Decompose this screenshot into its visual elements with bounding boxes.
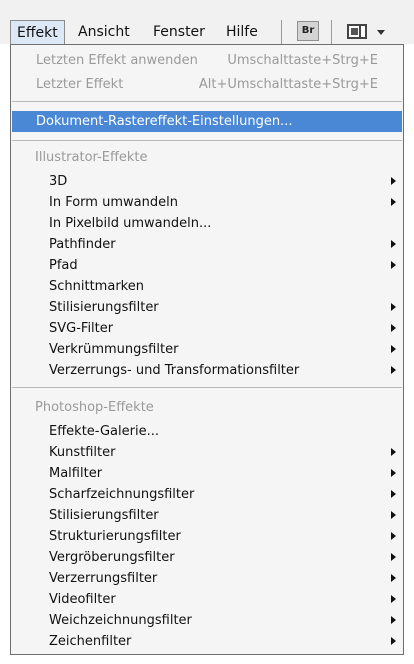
menu-item-label: Stilisierungsfilter xyxy=(49,508,159,523)
submenu-arrow-icon xyxy=(391,595,396,603)
menu-item-label: Strukturierungsfilter xyxy=(49,529,181,544)
submenu-arrow-icon xyxy=(391,490,396,498)
menu-item-label: Stilisierungsfilter xyxy=(49,300,159,315)
submenu-arrow-icon xyxy=(391,345,396,353)
menu-item-label: 3D xyxy=(49,174,68,189)
menu-bar: Effekt Ansicht Fenster Hilfe Br xyxy=(0,0,414,44)
menu-item-pixelate[interactable]: Vergröberungsfilter xyxy=(12,547,402,568)
submenu-arrow-icon xyxy=(391,366,396,374)
menu-item-label: Verzerrungs- und Transformationsfilter xyxy=(49,363,300,378)
menu-item-label: Pfad xyxy=(49,258,78,273)
submenu-arrow-icon xyxy=(391,511,396,519)
menubar-separator xyxy=(281,20,282,44)
menu-item-label: Pathfinder xyxy=(49,237,116,252)
menu-item-label: SVG-Filter xyxy=(49,321,114,336)
dropdown-caret-icon xyxy=(377,30,385,35)
menu-item-label: Verzerrungsfilter xyxy=(49,571,158,586)
menu-item-stylize-photoshop[interactable]: Stilisierungsfilter xyxy=(12,505,402,526)
submenu-arrow-icon xyxy=(391,574,396,582)
menu-item-label: Verkrümmungsfilter xyxy=(49,342,179,357)
menu-fenster[interactable]: Fenster xyxy=(147,20,211,44)
menu-item-sharpen[interactable]: Scharfzeichnungsfilter xyxy=(12,484,402,505)
menu-item-label: Scharfzeichnungsfilter xyxy=(49,487,195,502)
menu-item-texture[interactable]: Strukturierungsfilter xyxy=(12,526,402,547)
submenu-arrow-icon xyxy=(391,198,396,206)
submenu-arrow-icon xyxy=(391,532,396,540)
menu-item-label: Videofilter xyxy=(49,592,116,607)
submenu-arrow-icon xyxy=(391,240,396,248)
menu-item-label: In Form umwandeln xyxy=(49,195,178,210)
menu-item-warp[interactable]: Verkrümmungsfilter xyxy=(12,339,402,360)
menu-item-shortcut: Umschalttaste+Strg+E xyxy=(227,53,378,68)
menu-item-apply-last-effect[interactable]: Letzten Effekt anwenden Umschalttaste+St… xyxy=(12,50,402,71)
submenu-arrow-icon xyxy=(391,324,396,332)
menu-item-document-raster-effects-settings[interactable]: Dokument-Rastereffekt-Einstellungen... xyxy=(12,111,402,132)
menu-item-distort-transform[interactable]: Verzerrungs- und Transformationsfilter xyxy=(12,360,402,381)
menu-item-sketch[interactable]: Zeichenfilter xyxy=(12,631,402,652)
submenu-arrow-icon xyxy=(391,177,396,185)
menu-item-video[interactable]: Videofilter xyxy=(12,589,402,610)
section-title-illustrator-effects: Illustrator-Effekte xyxy=(35,150,148,165)
submenu-arrow-icon xyxy=(391,616,396,624)
submenu-arrow-icon xyxy=(391,448,396,456)
submenu-arrow-icon xyxy=(391,469,396,477)
arrange-documents-icon xyxy=(347,24,367,39)
menu-item-3d[interactable]: 3D xyxy=(12,171,402,192)
menu-item-last-effect[interactable]: Letzter Effekt Alt+Umschalttaste+Strg+E xyxy=(12,74,402,95)
menu-item-rasterize[interactable]: In Pixelbild umwandeln... xyxy=(12,213,402,234)
menu-item-path[interactable]: Pfad xyxy=(12,255,402,276)
menu-item-label: Effekte-Galerie... xyxy=(49,424,159,439)
menu-item-label: Letzten Effekt anwenden xyxy=(36,53,198,68)
menu-item-label: Zeichenfilter xyxy=(49,634,132,649)
menu-item-blur[interactable]: Weichzeichnungsfilter xyxy=(12,610,402,631)
menu-item-shortcut: Alt+Umschalttaste+Strg+E xyxy=(198,77,378,92)
submenu-arrow-icon xyxy=(391,261,396,269)
section-title-photoshop-effects: Photoshop-Effekte xyxy=(35,400,154,415)
menu-item-label: Kunstfilter xyxy=(49,445,116,460)
menu-item-pathfinder[interactable]: Pathfinder xyxy=(12,234,402,255)
menu-item-svg-filters[interactable]: SVG-Filter xyxy=(12,318,402,339)
menu-divider xyxy=(12,387,402,388)
menu-item-brush-strokes[interactable]: Malfilter xyxy=(12,463,402,484)
arrange-documents-button[interactable] xyxy=(347,23,391,41)
menu-divider xyxy=(12,140,402,141)
menu-item-label: Schnittmarken xyxy=(49,279,144,294)
menu-item-label: Vergröberungsfilter xyxy=(49,550,175,565)
menu-item-effect-gallery[interactable]: Effekte-Galerie... xyxy=(12,421,402,442)
menubar-separator xyxy=(331,20,332,44)
menu-item-stylize-illustrator[interactable]: Stilisierungsfilter xyxy=(12,297,402,318)
bridge-button[interactable]: Br xyxy=(297,21,319,41)
submenu-arrow-icon xyxy=(391,303,396,311)
menu-item-label: Malfilter xyxy=(49,466,103,481)
menu-item-convert-to-shape[interactable]: In Form umwandeln xyxy=(12,192,402,213)
menu-effekt[interactable]: Effekt xyxy=(10,20,65,44)
menu-hilfe[interactable]: Hilfe xyxy=(220,20,264,44)
submenu-arrow-icon xyxy=(391,637,396,645)
menu-ansicht[interactable]: Ansicht xyxy=(72,20,136,44)
submenu-arrow-icon xyxy=(391,553,396,561)
menu-item-crop-marks[interactable]: Schnittmarken xyxy=(12,276,402,297)
menu-item-distort[interactable]: Verzerrungsfilter xyxy=(12,568,402,589)
menu-divider xyxy=(12,101,402,102)
menu-item-label: Letzter Effekt xyxy=(36,77,124,92)
menu-item-label: In Pixelbild umwandeln... xyxy=(49,216,212,231)
menu-item-label: Weichzeichnungsfilter xyxy=(49,613,192,628)
menu-item-artistic[interactable]: Kunstfilter xyxy=(12,442,402,463)
menu-item-label: Dokument-Rastereffekt-Einstellungen... xyxy=(36,114,293,129)
effekt-menu-dropdown: Letzten Effekt anwenden Umschalttaste+St… xyxy=(10,44,404,655)
